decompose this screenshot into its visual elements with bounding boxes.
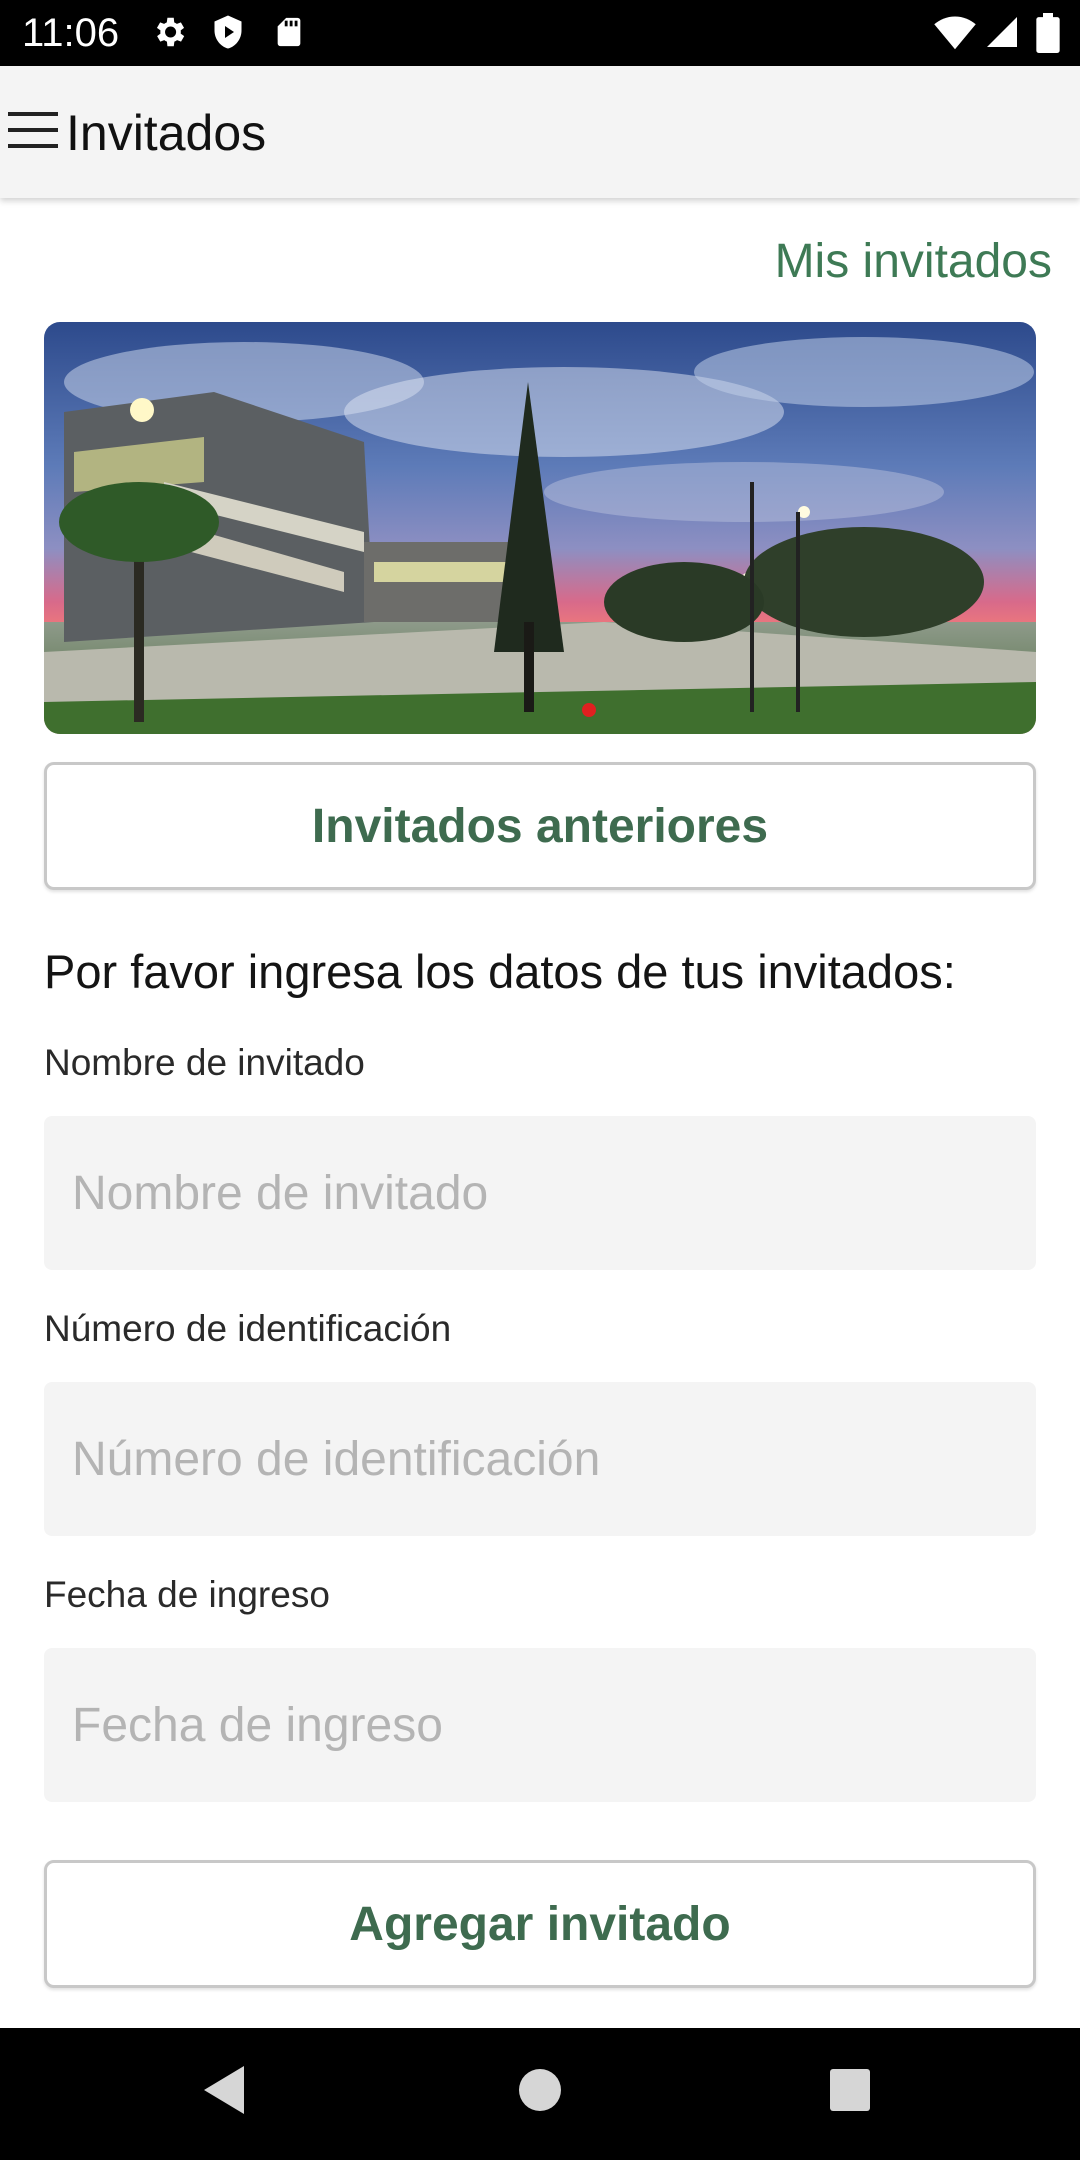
gear-icon [156,17,185,47]
status-bar: 11:06 [0,0,1080,66]
guest-name-input[interactable] [44,1116,1036,1270]
status-time: 11:06 [22,11,120,55]
campus-photo [44,322,1036,734]
id-number-label: Número de identificación [44,1308,452,1349]
recents-icon[interactable] [828,2064,872,2116]
back-icon[interactable] [202,2064,246,2116]
navigation-bar [0,2028,1080,2160]
wifi-icon [934,16,976,50]
battery-icon [1036,13,1060,53]
shield-icon [214,15,242,49]
entry-date-input[interactable] [44,1648,1036,1802]
sd-card-icon [277,17,301,47]
app-bar: Invitados [0,66,1080,198]
signal-icon [987,17,1017,47]
page-title: Invitados [66,105,267,161]
previous-guests-label: Invitados anteriores [311,799,769,853]
add-guest-button[interactable]: Agregar invitado [44,1860,1036,1988]
instructions-heading: Por favor ingresa los datos de tus invit… [44,945,956,998]
campus-banner-image [44,322,1036,734]
mis-invitados-link[interactable]: Mis invitados [775,232,1052,292]
entry-date-label: Fecha de ingreso [44,1574,330,1615]
previous-guests-button[interactable]: Invitados anteriores [44,762,1036,890]
home-icon[interactable] [518,2064,562,2116]
guest-name-label: Nombre de invitado [44,1042,365,1083]
add-guest-label: Agregar invitado [349,1897,731,1951]
hamburger-menu-icon[interactable] [6,110,60,150]
id-number-input[interactable] [44,1382,1036,1536]
